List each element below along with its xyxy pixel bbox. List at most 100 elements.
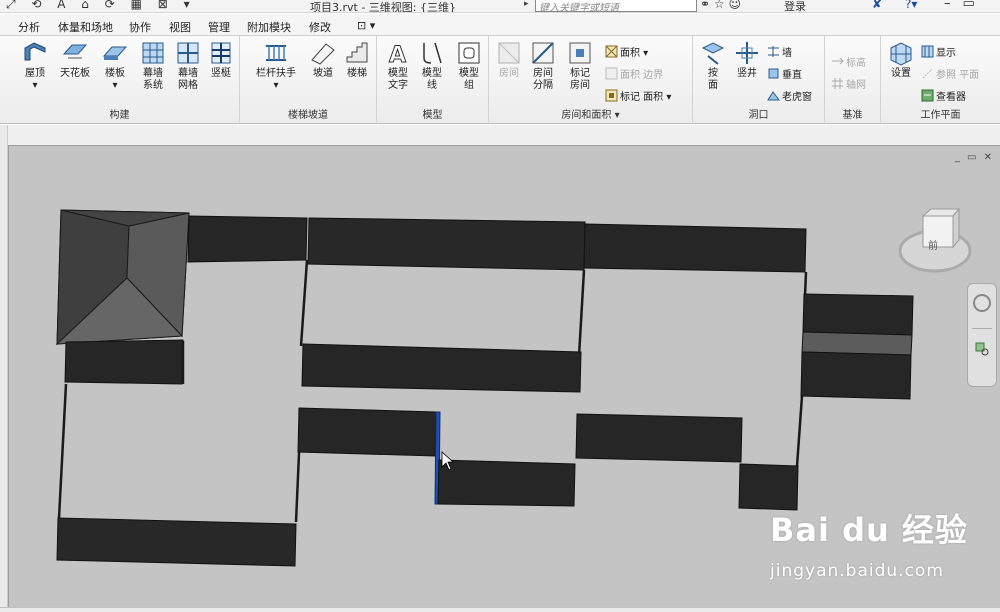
ceiling-button[interactable]: 天花板	[56, 40, 94, 80]
room-separator-label: 房间	[533, 68, 553, 79]
viewport-window-controls[interactable]: _ ▭ ✕	[955, 152, 994, 163]
wall-top-1[interactable]	[187, 215, 308, 263]
help-icon[interactable]: ?▾	[905, 0, 917, 11]
wall-lower-2[interactable]	[437, 459, 576, 507]
railing-icon	[266, 45, 286, 61]
curtain-grid-icon	[177, 42, 199, 64]
tab-analyze[interactable]: 分析	[18, 19, 40, 35]
zoom-icon[interactable]	[975, 342, 989, 356]
project-browser-strip[interactable]	[0, 125, 8, 612]
railing-sub: ▾	[273, 80, 279, 91]
wall-opening-label: 墙	[782, 48, 792, 59]
exchange-icon[interactable]: ✘	[872, 0, 882, 11]
model-text-button[interactable]: A 模型 文字	[381, 40, 415, 92]
stair-label: 楼梯	[347, 68, 367, 79]
wall-top-2[interactable]	[307, 217, 586, 271]
viewcube-face-label[interactable]: 前	[928, 237, 938, 252]
curtain-system-button[interactable]: 幕墙 系统	[136, 40, 170, 92]
model-text-icon: A	[389, 43, 407, 67]
railing-button[interactable]: 栏杆扶手 ▾	[250, 40, 302, 92]
roof-label: 屋顶	[25, 68, 45, 79]
roof-icon	[24, 42, 46, 61]
grid-icon	[832, 78, 843, 89]
tab-addins[interactable]: 附加模块	[247, 19, 291, 35]
ceiling-icon	[62, 44, 88, 59]
mullion-label: 竖梃	[211, 68, 231, 79]
panel-opening: 按 面 竖井 墙 垂直 老虎窗 洞口	[693, 36, 825, 124]
tag-room-icon	[569, 42, 591, 64]
room-label: 房间	[499, 68, 519, 79]
wall-left-block[interactable]	[64, 339, 184, 385]
wall-right-band[interactable]	[801, 331, 913, 356]
model-line-icon	[423, 42, 442, 64]
vertical-opening-icon	[768, 68, 779, 79]
grid-button[interactable]: 轴网	[831, 76, 866, 91]
area-boundary-button[interactable]: 面积 边界	[605, 66, 663, 81]
wall-opening-button[interactable]: 墙	[767, 44, 792, 59]
navigation-bar[interactable]	[967, 283, 997, 387]
model-line-button[interactable]: 模型 线	[415, 40, 449, 92]
watermark-logo: Bai du 经验	[770, 511, 968, 549]
level-button[interactable]: 标高	[831, 54, 866, 69]
mullion-button[interactable]: 竖梃	[205, 40, 237, 80]
infocenter-icons[interactable]: ⚭ ☆ ☺	[700, 0, 741, 11]
viewer-button[interactable]: 查看器	[921, 88, 966, 103]
wall-right-upper[interactable]	[802, 293, 914, 336]
area-button[interactable]: 面积 ▾	[605, 44, 648, 59]
show-workplane-button[interactable]: 显示	[921, 44, 956, 59]
panel-datum: 标高 轴网 基准	[825, 36, 881, 124]
by-face-label: 按	[708, 68, 718, 79]
ramp-button[interactable]: 坡道	[306, 40, 340, 80]
by-face-button[interactable]: 按 面	[697, 40, 729, 92]
stair-button[interactable]: 楼梯	[340, 40, 374, 80]
hip-roof[interactable]	[55, 209, 190, 346]
wall-right-lower[interactable]	[800, 351, 912, 400]
chevron-right-icon[interactable]: ▸	[524, 0, 529, 9]
search-input[interactable]: 键入关键字或短语	[535, 0, 697, 12]
panel-datum-label: 基准	[842, 110, 863, 121]
model-group-sub: 组	[464, 80, 474, 91]
dormer-button[interactable]: 老虎窗	[767, 88, 812, 103]
tab-extra[interactable]: ⊡ ▾	[357, 19, 375, 32]
vertical-opening-label: 垂直	[782, 70, 802, 81]
viewer-icon	[921, 89, 934, 102]
curtain-grid-button[interactable]: 幕墙 网格	[171, 40, 205, 92]
room-button[interactable]: 房间	[493, 40, 525, 80]
floor-sub: ▾	[112, 80, 118, 91]
tab-manage[interactable]: 管理	[208, 19, 230, 35]
wall-opening-icon	[768, 46, 779, 57]
panel-room-area-label[interactable]: 房间和面积 ▾	[489, 106, 692, 121]
login-button[interactable]: 登录	[784, 0, 806, 12]
panel-build-label: 构建	[109, 110, 130, 121]
model-group-button[interactable]: 模型 组	[451, 40, 487, 92]
panel-stairs-label: 楼梯坡道	[288, 110, 328, 121]
ref-plane-button[interactable]: 参照 平面	[921, 66, 979, 81]
model-text-sub: 文字	[388, 80, 408, 91]
railing-label: 栏杆扶手	[256, 68, 296, 79]
wall-lower-3[interactable]	[575, 413, 743, 463]
quick-access-toolbar[interactable]: ⤢ ⟲ A ⌂ ⟳ ▦ ⊠ ▾	[6, 0, 196, 12]
wall-lower-1[interactable]	[297, 407, 437, 457]
steering-wheel-icon[interactable]	[973, 294, 991, 312]
vertical-opening-button[interactable]: 垂直	[767, 66, 802, 81]
floor-button[interactable]: 楼板 ▾	[98, 40, 132, 92]
tag-room-button[interactable]: 标记 房间	[563, 40, 597, 92]
title-bar: ⤢ ⟲ A ⌂ ⟳ ▦ ⊠ ▾ 项目3.rvt - 三维视图: {三维} ▸ 键…	[0, 0, 1000, 13]
tab-collaborate[interactable]: 协作	[129, 19, 151, 35]
wall-bottom-left[interactable]	[56, 517, 297, 567]
wall-middle[interactable]	[301, 343, 582, 393]
window-controls[interactable]: –▭	[944, 0, 987, 11]
ceiling-label: 天花板	[60, 68, 90, 79]
wall-top-3[interactable]	[583, 223, 807, 273]
wall-lower-4[interactable]	[738, 463, 799, 511]
tab-view[interactable]: 视图	[169, 19, 191, 35]
shaft-button[interactable]: 竖井	[731, 40, 763, 80]
panel-model: A 模型 文字 模型 线 模型 组 模型	[377, 36, 489, 124]
model-group-icon	[458, 42, 480, 64]
set-workplane-button[interactable]: 设置	[885, 40, 917, 80]
tag-area-button[interactable]: 标记 面积 ▾	[605, 88, 671, 103]
room-separator-button[interactable]: 房间 分隔	[527, 40, 559, 92]
roof-button[interactable]: 屋顶 ▾	[18, 40, 52, 92]
tab-massing-site[interactable]: 体量和场地	[58, 19, 113, 35]
tab-modify[interactable]: 修改	[309, 19, 331, 35]
